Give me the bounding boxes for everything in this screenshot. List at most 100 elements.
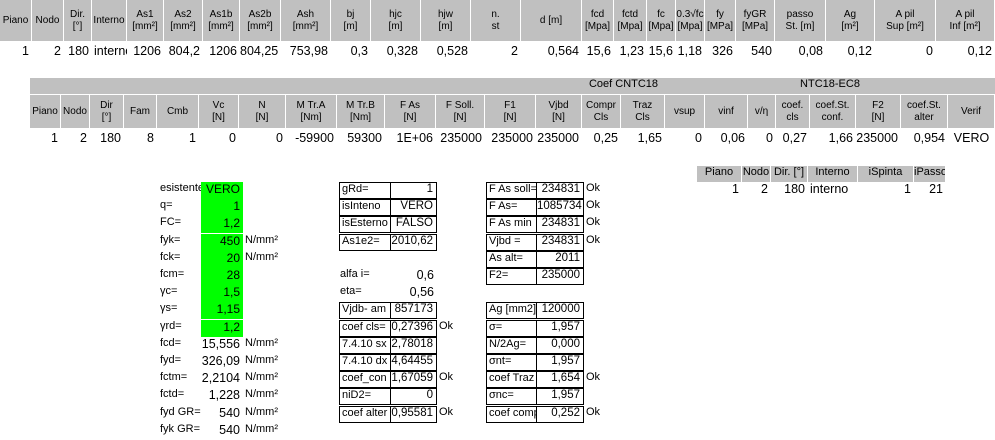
t2-header-0[interactable]: Piano <box>30 95 61 129</box>
t2-header-6[interactable]: N [N] <box>239 95 286 129</box>
t2-cell-22[interactable]: VERO <box>948 131 995 149</box>
t1-cell-18[interactable]: 326 <box>705 44 736 62</box>
t1-header-5[interactable]: As2 [mm²] <box>164 0 203 42</box>
param-value[interactable]: 540 <box>201 423 243 440</box>
t2-header-9[interactable]: F As [N] <box>385 95 436 129</box>
t2-cell-9[interactable]: 1E+06 <box>385 131 436 149</box>
check-value[interactable]: 234831 <box>536 182 584 199</box>
check-value[interactable]: 1,957 <box>536 319 584 337</box>
t2-header-22[interactable]: Verif <box>948 95 995 129</box>
t1-header-9[interactable]: bj [m] <box>331 0 371 42</box>
t3-cell-1[interactable]: 2 <box>742 182 771 198</box>
t2-header-18[interactable]: coef. cls <box>776 95 810 129</box>
t2-cell-12[interactable]: 235000 <box>536 131 582 149</box>
calc-value[interactable]: VERO <box>390 199 437 217</box>
t2-header-20[interactable]: F2 [N] <box>856 95 901 129</box>
t2-header-3[interactable]: Fam <box>124 95 157 129</box>
t1-header-19[interactable]: fyGR [MPa] <box>736 0 775 42</box>
t1-header-8[interactable]: Ash [mm²] <box>281 0 331 42</box>
t3-header-1[interactable]: Nodo <box>742 166 771 182</box>
param-value[interactable]: VERO <box>201 182 243 199</box>
t1-header-18[interactable]: fy [MPa] <box>705 0 736 42</box>
t2-header-10[interactable]: F Soll. [N] <box>436 95 485 129</box>
param-value[interactable]: 1 <box>201 199 243 217</box>
t2-header-13[interactable]: Compr Cls <box>582 95 621 129</box>
calc-value[interactable]: 1,67059 <box>390 371 437 389</box>
t1-header-23[interactable]: A pil Inf [m²] <box>936 0 995 42</box>
check-value[interactable]: 1085734 <box>536 199 584 217</box>
check-value[interactable]: 1,654 <box>536 371 584 389</box>
check-value[interactable]: 0,252 <box>536 405 584 423</box>
param-value[interactable]: 20 <box>201 250 243 268</box>
t2-header-4[interactable]: Cmb <box>157 95 199 129</box>
t1-cell-2[interactable]: 180 <box>64 44 92 62</box>
t2-header-17[interactable]: v/η <box>748 95 776 129</box>
t1-cell-15[interactable]: 1,23 <box>614 44 647 62</box>
t3-cell-4[interactable]: 1 <box>858 182 914 198</box>
t1-cell-21[interactable]: 0,12 <box>826 44 875 62</box>
param-value[interactable]: 1,2 <box>201 216 243 234</box>
t1-cell-20[interactable]: 0,08 <box>775 44 826 62</box>
t3-header-2[interactable]: Dir. [°] <box>771 166 808 182</box>
calc-value[interactable]: 1 <box>390 182 437 199</box>
calc-value[interactable]: 4,64455 <box>390 354 437 371</box>
t2-cell-2[interactable]: 180 <box>90 131 124 149</box>
t3-header-4[interactable]: iSpinta <box>858 166 914 182</box>
t1-header-15[interactable]: fctd [Mpa] <box>614 0 647 42</box>
t1-header-17[interactable]: 0.3√fc [Mpa] <box>676 0 705 42</box>
param-value[interactable]: 326,09 <box>201 354 243 371</box>
t2-header-1[interactable]: Nodo <box>61 95 90 129</box>
t2-cell-17[interactable]: 0 <box>748 131 776 149</box>
t1-cell-0[interactable]: 1 <box>0 44 32 62</box>
t1-cell-14[interactable]: 15,6 <box>582 44 614 62</box>
check-value[interactable]: 1,957 <box>536 354 584 371</box>
t1-cell-1[interactable]: 2 <box>32 44 64 62</box>
t3-cell-3[interactable]: interno <box>808 182 858 198</box>
t1-cell-9[interactable]: 0,3 <box>331 44 371 62</box>
t2-header-19[interactable]: coef.St. conf. <box>810 95 856 129</box>
check-value[interactable]: 1,957 <box>536 388 584 406</box>
t2-header-16[interactable]: vinf <box>705 95 748 129</box>
t3-cell-5[interactable]: 21 <box>914 182 946 198</box>
t1-cell-19[interactable]: 540 <box>736 44 775 62</box>
t1-header-12[interactable]: n. st <box>471 0 521 42</box>
t1-header-11[interactable]: hjw [m] <box>421 0 471 42</box>
t2-header-12[interactable]: Vjbd [N] <box>536 95 582 129</box>
t1-cell-4[interactable]: 1206 <box>127 44 164 62</box>
check-value[interactable]: 235000 <box>536 268 584 285</box>
t2-cell-7[interactable]: -59900 <box>286 131 337 149</box>
t2-header-5[interactable]: Vc [N] <box>199 95 239 129</box>
t2-cell-21[interactable]: 0,954 <box>901 131 948 149</box>
t1-cell-17[interactable]: 1,18 <box>676 44 705 62</box>
param-value[interactable]: 2,2104 <box>201 371 243 388</box>
t1-header-14[interactable]: fcd [Mpa] <box>582 0 614 42</box>
t1-cell-22[interactable]: 0 <box>875 44 936 62</box>
calc-value[interactable]: 2010,62 <box>390 233 437 251</box>
t2-cell-5[interactable]: 0 <box>199 131 239 149</box>
t2-header-7[interactable]: M Tr.A [Nm] <box>286 95 337 129</box>
t2-cell-8[interactable]: 59300 <box>337 131 385 149</box>
t2-cell-6[interactable]: 0 <box>239 131 286 149</box>
t3-cell-2[interactable]: 180 <box>771 182 808 198</box>
t2-cell-18[interactable]: 0,27 <box>776 131 810 149</box>
param-value[interactable]: 28 <box>201 268 243 285</box>
t1-cell-3[interactable]: interno <box>92 44 127 62</box>
calc-value[interactable]: FALSO <box>390 216 437 234</box>
t1-cell-8[interactable]: 753,98 <box>281 44 331 62</box>
t2-cell-13[interactable]: 0,25 <box>582 131 621 149</box>
check-value[interactable]: 234831 <box>536 216 584 234</box>
t1-header-0[interactable]: Piano <box>0 0 32 42</box>
param-value[interactable]: 15,556 <box>201 337 243 354</box>
t2-cell-16[interactable]: 0,06 <box>705 131 748 149</box>
param-value[interactable]: 450 <box>201 233 243 251</box>
calc-value[interactable]: 0,6 <box>390 268 437 285</box>
t2-header-14[interactable]: Traz Cls <box>621 95 665 129</box>
param-value[interactable]: 1,5 <box>201 285 243 303</box>
t2-header-2[interactable]: Dir [°] <box>90 95 124 129</box>
t1-cell-5[interactable]: 804,2 <box>164 44 203 62</box>
param-value[interactable]: 1,2 <box>201 319 243 337</box>
t1-header-21[interactable]: Ag [m²] <box>826 0 875 42</box>
t3-header-3[interactable]: Interno <box>808 166 858 182</box>
t2-header-11[interactable]: F1 [N] <box>485 95 536 129</box>
t2-header-15[interactable]: vsup <box>665 95 705 129</box>
